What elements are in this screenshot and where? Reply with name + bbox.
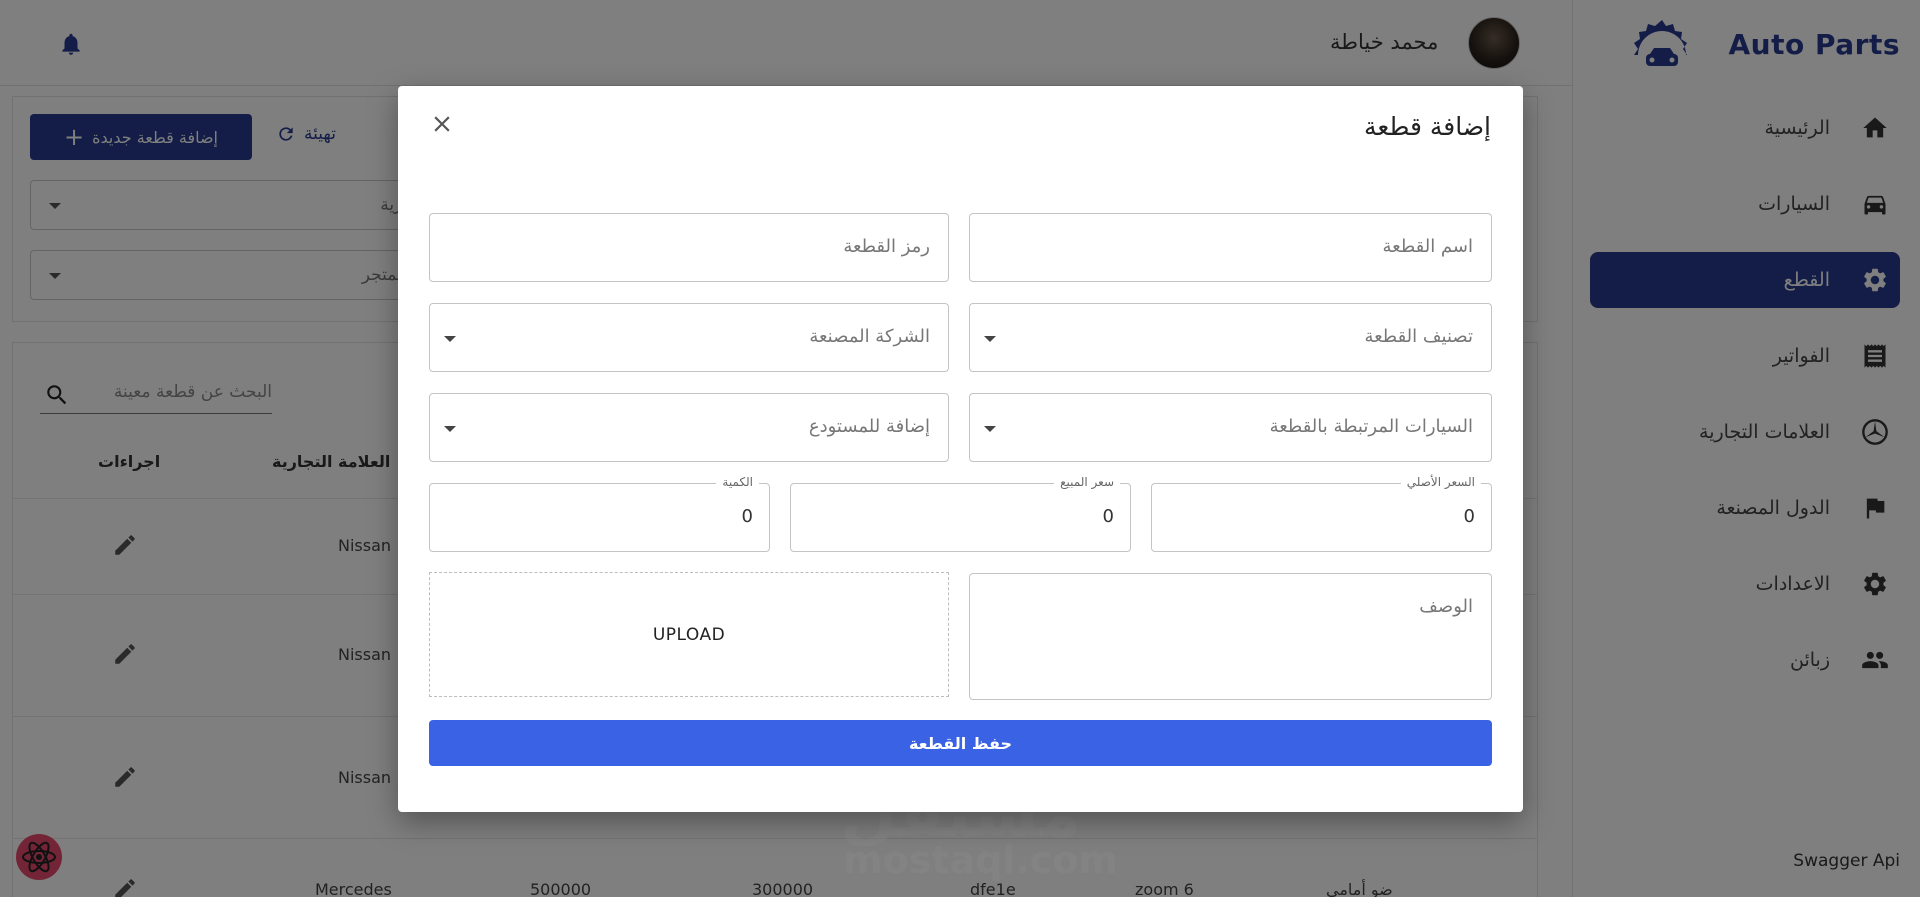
part-code-placeholder: رمز القطعة [843,236,930,257]
linked-cars-select[interactable]: السيارات المرتبطة بالقطعة [969,393,1492,462]
upload-dropzone[interactable]: UPLOAD [429,572,949,697]
chevron-down-icon [984,336,996,342]
save-part-label: حفظ القطعة [908,733,1013,753]
close-icon [434,116,450,132]
original-price-value: 0 [1463,506,1475,527]
original-price-field[interactable]: السعر الأصلي 0 [1151,475,1492,552]
linked-cars-placeholder: السيارات المرتبطة بالقطعة [1269,416,1473,437]
quantity-field[interactable]: الكمية 0 [429,475,770,552]
part-category-select[interactable]: تصنيف القطعة [969,303,1492,372]
chevron-down-icon [444,426,456,432]
warehouse-select[interactable]: إضافة للمستودع [429,393,949,462]
warehouse-placeholder: إضافة للمستودع [808,416,930,437]
quantity-value: 0 [741,506,753,527]
sale-price-value: 0 [1102,506,1114,527]
part-name-field[interactable]: اسم القطعة [969,213,1492,282]
manufacturer-select[interactable]: الشركة المصنعة [429,303,949,372]
sale-price-label: سعر المبيع [1054,475,1120,489]
chevron-down-icon [984,426,996,432]
description-textarea[interactable]: الوصف [969,573,1492,700]
part-code-field[interactable]: رمز القطعة [429,213,949,282]
modal-title: إضافة قطعة [1363,112,1491,141]
watermark-url: mostaql.com [843,838,1119,882]
manufacturer-placeholder: الشركة المصنعة [809,326,930,347]
part-name-placeholder: اسم القطعة [1382,236,1473,257]
close-button[interactable] [428,110,456,138]
quantity-label: الكمية [716,475,759,489]
sale-price-field[interactable]: سعر المبيع 0 [790,475,1131,552]
description-placeholder: الوصف [1419,596,1473,617]
add-part-modal: إضافة قطعة اسم القطعة رمز القطعة تصنيف ا… [398,86,1523,812]
chevron-down-icon [444,336,456,342]
save-part-button[interactable]: حفظ القطعة [429,720,1492,766]
part-category-placeholder: تصنيف القطعة [1364,326,1473,347]
original-price-label: السعر الأصلي [1400,475,1481,489]
upload-label: UPLOAD [652,624,726,645]
